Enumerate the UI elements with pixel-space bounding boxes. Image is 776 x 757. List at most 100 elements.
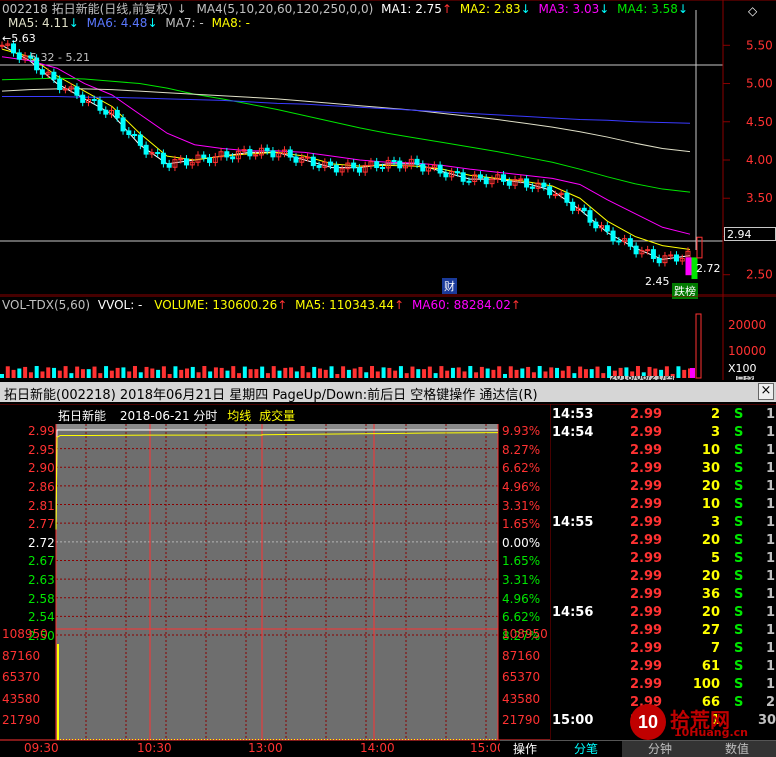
candle-body bbox=[547, 186, 553, 196]
tick-row[interactable]: 2.99 20 S 1 bbox=[550, 568, 776, 586]
volume-bar bbox=[690, 368, 695, 378]
tick-row[interactable]: 2.99 10 S 1 bbox=[550, 496, 776, 514]
tick-row[interactable]: 2.99 5 S 1 bbox=[550, 550, 776, 568]
candle-body bbox=[696, 236, 703, 259]
arrow-down-icon: ↓ bbox=[599, 2, 610, 16]
tick-row[interactable]: 14:55 2.99 3 S 1 bbox=[550, 514, 776, 532]
volume-chart-pane[interactable]: VOL-TDX(5,60) VVOL: - VOLUME: 130600.26↑… bbox=[0, 296, 776, 380]
tick-row[interactable]: 2.99 100 S 1 bbox=[550, 676, 776, 694]
kline-ytick-label: 4.00 bbox=[746, 153, 773, 167]
volume-bar bbox=[485, 368, 490, 378]
volume-bar bbox=[583, 369, 588, 378]
intraday-volume-bar bbox=[477, 739, 478, 740]
candle-body bbox=[581, 207, 587, 212]
tick-row[interactable]: 2.99 10 S 1 bbox=[550, 442, 776, 460]
tick-row[interactable]: 2.99 36 S 1 bbox=[550, 586, 776, 604]
tick-price: 2.99 bbox=[630, 461, 663, 476]
intraday-volume-bar bbox=[192, 739, 193, 740]
intraday-volume-bar bbox=[108, 739, 109, 740]
intraday-volume-bar bbox=[72, 739, 73, 740]
intraday-volume-bar bbox=[450, 739, 451, 740]
volume-bar bbox=[202, 366, 207, 378]
volume-bar bbox=[40, 371, 45, 378]
volume-bar bbox=[219, 367, 224, 378]
volume-bar bbox=[75, 366, 80, 378]
volume-bar bbox=[346, 369, 351, 378]
avg-line-label[interactable]: 均线 bbox=[227, 409, 251, 423]
kline-chart[interactable]: 5.505.004.504.003.503.002.50 bbox=[0, 0, 776, 296]
intraday-volume-bar bbox=[216, 739, 217, 740]
candle-body bbox=[374, 161, 380, 169]
settings-icon[interactable]: ◇ bbox=[748, 4, 757, 18]
volume-bar bbox=[370, 366, 375, 378]
intraday-volume-bar bbox=[177, 739, 178, 740]
candle-body bbox=[379, 167, 385, 170]
candle-body bbox=[397, 160, 403, 169]
intraday-volume-tick: 65370 bbox=[2, 670, 41, 684]
vol-ma5-value: MA5: 110343.44 bbox=[295, 298, 395, 312]
candle-body bbox=[207, 157, 213, 163]
tick-volume: 20 bbox=[701, 479, 720, 494]
intraday-volume-bar bbox=[111, 739, 112, 740]
intraday-volume-bar bbox=[381, 739, 382, 740]
tick-side: S bbox=[734, 569, 744, 584]
candle-body bbox=[166, 163, 172, 168]
intraday-volume-bar bbox=[207, 739, 208, 740]
tab-operate[interactable]: 操作 bbox=[500, 740, 550, 757]
tick-row[interactable]: 2.99 61 S 1 bbox=[550, 658, 776, 676]
intraday-volume-bar bbox=[489, 739, 490, 740]
tick-side: S bbox=[734, 551, 744, 566]
tick-row[interactable]: 2.99 20 S 1 bbox=[550, 532, 776, 550]
candle-body bbox=[454, 171, 460, 174]
tick-row[interactable]: 14:54 2.99 3 S 1 bbox=[550, 424, 776, 442]
intraday-volume-bar bbox=[309, 739, 310, 740]
intraday-volume-bar bbox=[255, 739, 256, 740]
tab-values[interactable]: 数值 bbox=[698, 740, 776, 757]
kline-ma-header: MA4(5,10,20,60,120,250,0,0) bbox=[196, 2, 374, 16]
volume-bar bbox=[260, 366, 265, 378]
tick-side: S bbox=[734, 515, 744, 530]
tick-volume: 5 bbox=[710, 551, 720, 566]
volume-bar bbox=[555, 367, 560, 378]
tick-row[interactable]: 14:53 2.99 2 S 1 bbox=[550, 406, 776, 424]
volume-label[interactable]: 成交量 bbox=[259, 409, 295, 423]
tick-row[interactable]: 2.99 20 S 1 bbox=[550, 478, 776, 496]
intraday-percent-tick: 3.31% bbox=[502, 573, 541, 588]
intraday-volume-bar bbox=[312, 739, 313, 740]
volume-bar bbox=[11, 369, 16, 378]
intraday-time-tick: 10:30 bbox=[137, 741, 172, 755]
tick-price: 2.99 bbox=[630, 623, 663, 638]
intraday-volume-bar bbox=[459, 739, 460, 740]
kline-chart-pane[interactable]: 5.505.004.504.003.503.002.50 002218 拓日新能… bbox=[0, 0, 776, 299]
intraday-chart-pane[interactable]: 拓日新能 2018-06-21 分时 均线 成交量 2.99 2.95 2.90 2.… bbox=[0, 404, 550, 757]
candle-body bbox=[673, 254, 679, 262]
tick-row[interactable]: 14:56 2.99 20 S 1 bbox=[550, 604, 776, 622]
candle-body bbox=[74, 86, 80, 96]
tab-ticks[interactable]: 分笔 bbox=[550, 740, 622, 757]
tick-row[interactable]: 2.99 30 S 1 bbox=[550, 460, 776, 478]
intraday-volume-bar bbox=[210, 739, 211, 740]
volume-bar bbox=[300, 366, 305, 378]
intraday-volume-bar bbox=[246, 739, 247, 740]
volume-bar bbox=[179, 369, 184, 378]
intraday-chart[interactable] bbox=[0, 404, 550, 757]
volume-bar bbox=[213, 367, 218, 378]
tab-minutes[interactable]: 分钟 bbox=[622, 740, 698, 757]
tick-price: 2.99 bbox=[630, 677, 663, 692]
tick-row[interactable]: 2.99 7 S 1 bbox=[550, 640, 776, 658]
intraday-volume-bar bbox=[273, 739, 274, 740]
volume-bar bbox=[277, 370, 282, 378]
volume-bar bbox=[543, 371, 548, 378]
intraday-volume-bar bbox=[270, 739, 271, 740]
close-icon[interactable]: × bbox=[758, 383, 774, 400]
tick-list[interactable]: 14:53 2.99 2 S 1 14:54 2.99 3 S 1 2.99 10 S 1 2.99 30 S 1… bbox=[550, 404, 776, 757]
low-price-label: 2.45 bbox=[645, 275, 670, 288]
finance-marker[interactable]: 财 bbox=[442, 278, 457, 294]
tick-row[interactable]: 2.99 27 S 1 bbox=[550, 622, 776, 640]
volume-bar bbox=[63, 366, 68, 378]
tick-side: S bbox=[734, 605, 744, 620]
tick-volume: 20 bbox=[701, 533, 720, 548]
candle-body bbox=[103, 109, 109, 115]
intraday-volume-bar bbox=[408, 739, 409, 740]
intraday-volume-bar bbox=[168, 739, 169, 740]
